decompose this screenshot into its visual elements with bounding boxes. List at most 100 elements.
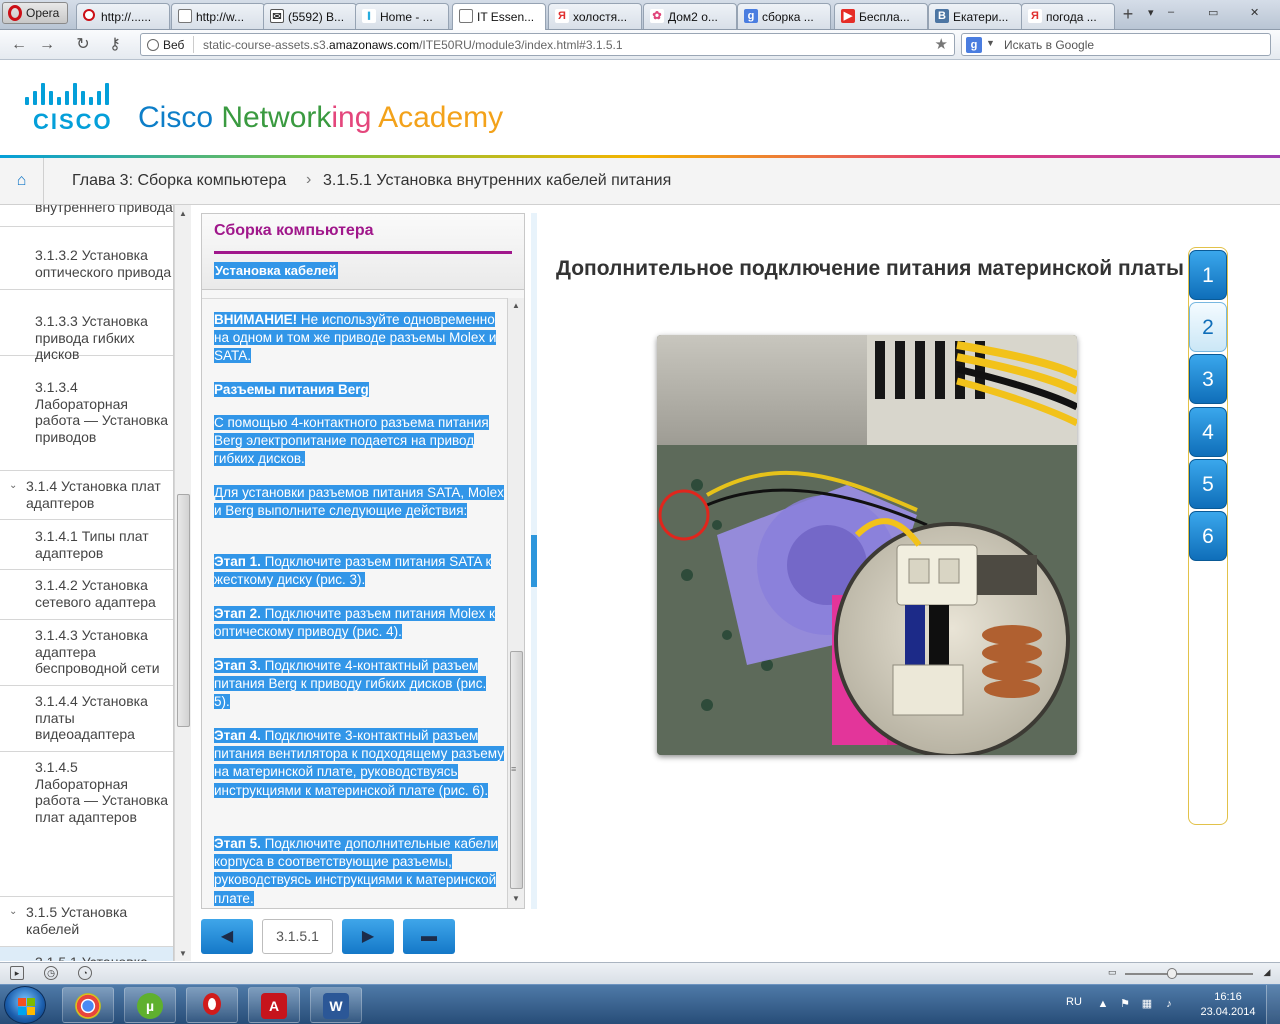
- url-field[interactable]: Веб static-course-assets.s3.amazonaws.co…: [140, 33, 955, 56]
- home-icon[interactable]: ⌂: [0, 158, 44, 204]
- figure-step-button[interactable]: 6: [1189, 511, 1227, 561]
- panel-paragraph: С помощью 4-контактного разъема питания …: [214, 414, 504, 469]
- search-field[interactable]: g ▼ Искать в Google: [961, 33, 1271, 56]
- google-icon: g: [744, 9, 758, 23]
- toc-item[interactable]: 3.1.4.3 Установка адаптера беспроводной …: [0, 620, 173, 686]
- browser-tab-label: Home - ...: [380, 10, 433, 24]
- minimize-icon[interactable]: –: [1168, 6, 1174, 18]
- toc-item[interactable]: 3.1.4.2 Установка сетевого адаптера: [0, 570, 173, 620]
- panel-toggle-icon[interactable]: ▸: [10, 966, 24, 980]
- toc-item[interactable]: 3.1.3.2 Установка оптического привода: [0, 240, 173, 290]
- system-clock[interactable]: 16:16 23.04.2014: [1196, 990, 1260, 1020]
- back-arrow-icon[interactable]: ←: [8, 35, 30, 55]
- paragraph-bold-lead: Разъемы питания Berg: [214, 382, 369, 397]
- toc-scroll-thumb[interactable]: [177, 494, 190, 727]
- toc-item[interactable]: 3.1.3.4 Лабораторная работа — Установка …: [0, 372, 173, 471]
- new-tab-plus-icon[interactable]: +: [1118, 5, 1138, 25]
- panel-splitter[interactable]: [531, 213, 537, 909]
- browser-tab[interactable]: Япогода ...: [1021, 3, 1115, 29]
- toc-item[interactable]: 3.1.4.1 Типы плат адаптеров: [0, 521, 173, 570]
- toc-item[interactable]: 3.1.4.5 Лабораторная работа — Установка …: [0, 752, 173, 897]
- chrome-icon: [75, 993, 101, 1019]
- breadcrumb-current: 3.1.5.1 Установка внутренних кабелей пит…: [323, 172, 672, 189]
- breadcrumb-chapter[interactable]: Глава 3: Сборка компьютера: [72, 172, 286, 190]
- taskbar-app-opera[interactable]: [186, 987, 238, 1023]
- site-info-badge[interactable]: Веб: [147, 37, 184, 53]
- browser-tab[interactable]: http://......: [76, 3, 170, 29]
- browser-tab[interactable]: ∥ Home - ...: [355, 3, 449, 29]
- windows-start-button[interactable]: [4, 986, 46, 1024]
- taskbar-app-word[interactable]: W: [310, 987, 362, 1023]
- browser-tab[interactable]: http://w...: [171, 3, 265, 29]
- turbo-icon[interactable]: ◔: [78, 966, 92, 980]
- browser-tab[interactable]: ▶ Беспла...: [834, 3, 928, 29]
- maximize-icon[interactable]: ▭: [1208, 6, 1218, 19]
- action-center-flag-icon[interactable]: ⚑: [1118, 997, 1132, 1011]
- previous-page-button[interactable]: ◀: [201, 919, 253, 954]
- opera-menu-button[interactable]: Opera: [2, 2, 68, 24]
- zoom-view-icon[interactable]: ▭: [1108, 967, 1117, 978]
- browser-status-bar: ▸ ◷ ◔ ▭ ◢: [0, 962, 1280, 984]
- figure-step-button[interactable]: 1: [1189, 250, 1227, 300]
- toc-item[interactable]: внутреннего привода: [0, 205, 173, 227]
- splitter-handle[interactable]: [531, 535, 537, 587]
- chevron-down-icon[interactable]: ⌄: [9, 478, 17, 495]
- paragraph-bold-lead: ВНИМАНИЕ!: [214, 312, 298, 327]
- scroll-down-icon[interactable]: ▼: [512, 894, 520, 903]
- close-window-icon[interactable]: ✕: [1250, 6, 1259, 19]
- figure-step-button[interactable]: 3: [1189, 354, 1227, 404]
- yandex-icon: Я: [1028, 9, 1042, 23]
- forward-arrow-icon[interactable]: →: [36, 35, 58, 55]
- next-page-button[interactable]: ▶: [342, 919, 394, 954]
- key-icon[interactable]: ⚷: [104, 35, 126, 55]
- tray-expand-icon[interactable]: ▲: [1096, 997, 1110, 1011]
- browser-tab[interactable]: ✿ Дом2 о...: [643, 3, 737, 29]
- google-icon[interactable]: g: [966, 37, 982, 53]
- figure-step-button[interactable]: 2: [1189, 302, 1227, 352]
- toc-section[interactable]: ⌄ 3.1.4 Установка плат адаптеров: [0, 471, 173, 520]
- zoom-slider[interactable]: [1125, 973, 1253, 975]
- taskbar-app-utorrent[interactable]: µ: [124, 987, 176, 1023]
- zoom-slider-knob[interactable]: [1167, 968, 1177, 979]
- taskbar-app-chrome[interactable]: [62, 987, 114, 1023]
- cisco-icon: ∥: [362, 9, 376, 23]
- zoom-percent-icon[interactable]: ◢: [1260, 966, 1274, 980]
- bookmark-star-icon[interactable]: ★: [935, 35, 948, 53]
- browser-tab[interactable]: g сборка ...: [737, 3, 831, 29]
- paragraph-bold-lead: Этап 2.: [214, 606, 261, 621]
- toc-item[interactable]: 3.1.5.1 Установка внутренних кабелей пит…: [0, 947, 173, 961]
- browser-tab[interactable]: B Екатери...: [928, 3, 1022, 29]
- toc-item[interactable]: 3.1.3.3 Установка привода гибких дисков: [0, 306, 173, 362]
- opera-icon: [203, 993, 221, 1015]
- language-indicator[interactable]: RU: [1066, 996, 1082, 1008]
- chevron-down-icon[interactable]: ⌄: [9, 904, 17, 921]
- browser-tab[interactable]: IT Essen...: [452, 3, 546, 30]
- search-engine-dropdown-icon[interactable]: ▼: [986, 38, 995, 48]
- figure-step-button[interactable]: 4: [1189, 407, 1227, 457]
- panel-scrollbar[interactable]: ▲ ≡ ▼: [507, 298, 524, 908]
- taskbar-app-acrobat[interactable]: A: [248, 987, 300, 1023]
- utorrent-icon: µ: [137, 993, 163, 1019]
- scroll-down-icon[interactable]: ▼: [179, 949, 187, 958]
- speed-dial-icon[interactable]: ◷: [44, 966, 58, 980]
- paragraph-text: С помощью 4-контактного разъема питания …: [214, 415, 489, 467]
- scroll-up-icon[interactable]: ▲: [512, 301, 520, 310]
- youtube-icon: ▶: [841, 9, 855, 23]
- toc-item[interactable]: 3.1.4.4 Установка платы видеоадаптера: [0, 686, 173, 752]
- show-desktop-button[interactable]: [1266, 985, 1280, 1024]
- volume-icon[interactable]: ♪: [1162, 997, 1176, 1011]
- reload-icon[interactable]: ↻: [72, 35, 94, 55]
- fullscreen-button[interactable]: ▬: [403, 919, 455, 954]
- toc-section[interactable]: ⌄ 3.1.5 Установка кабелей: [0, 897, 173, 947]
- url-host: amazonaws.com: [329, 38, 420, 52]
- arrow-left-icon: ◀: [220, 928, 234, 945]
- browser-tab[interactable]: Яхолостя...: [548, 3, 642, 29]
- tab-list-down-icon[interactable]: ▾: [1148, 6, 1154, 19]
- network-icon[interactable]: ▦: [1140, 997, 1154, 1011]
- scroll-up-icon[interactable]: ▲: [179, 209, 187, 218]
- figure-step-button[interactable]: 5: [1189, 459, 1227, 509]
- browser-tab[interactable]: ✉ (5592) В...: [263, 3, 357, 29]
- panel-body-text[interactable]: ВНИМАНИЕ! Не используйте одновременно на…: [202, 298, 508, 906]
- page-icon: [178, 9, 192, 23]
- toc-scrollbar[interactable]: ▲ ▼: [174, 205, 191, 961]
